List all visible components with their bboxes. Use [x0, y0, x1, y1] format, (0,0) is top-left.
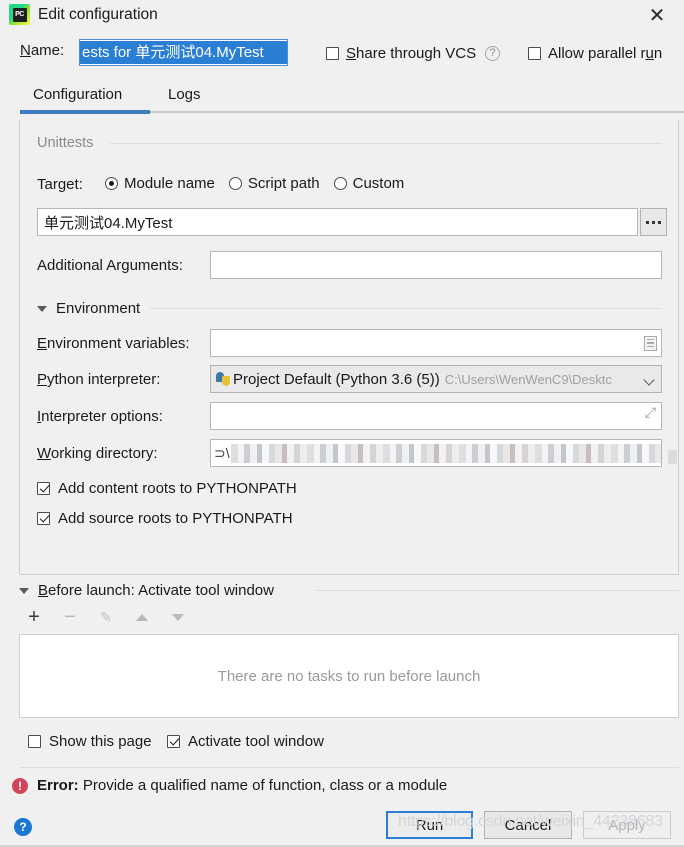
ellipsis-icon	[646, 220, 661, 224]
chevron-down-icon[interactable]	[644, 373, 657, 386]
working-directory-label: Working directory:	[37, 445, 158, 462]
expand-icon[interactable]	[643, 405, 656, 423]
before-launch-task-list[interactable]: There are no tasks to run before launch	[19, 634, 679, 718]
error-detail: Provide a qualified name of function, cl…	[82, 777, 448, 794]
radio-script-path[interactable]: Script path	[228, 175, 320, 192]
show-this-page-box[interactable]	[28, 735, 41, 748]
tab-baseline	[150, 111, 684, 113]
show-this-page-label: Show this page	[49, 733, 152, 750]
error-prefix: Error:	[37, 777, 79, 794]
close-icon[interactable]: ✕	[640, 0, 674, 30]
panel-scrollbar-thumb[interactable]	[668, 450, 677, 464]
share-through-vcs-box[interactable]	[326, 47, 339, 60]
before-launch-empty-text: There are no tasks to run before launch	[217, 667, 481, 685]
tab-active-indicator	[20, 110, 150, 114]
radio-module-name-dot[interactable]	[105, 177, 118, 190]
unittests-group-divider	[110, 143, 662, 144]
pycharm-logo-icon: PC	[9, 4, 30, 25]
dialog-footer: ? Run Cancel Apply	[0, 805, 684, 847]
additional-arguments-input[interactable]	[210, 251, 662, 279]
target-browse-button[interactable]	[640, 208, 667, 236]
target-input[interactable]: 单元测试04.MyTest	[37, 208, 638, 236]
working-directory-input[interactable]: ⊃\	[210, 439, 662, 467]
chevron-down-icon[interactable]	[19, 587, 29, 594]
add-content-roots-box[interactable]	[37, 482, 50, 495]
add-content-roots-checkbox[interactable]: Add content roots to PYTHONPATH	[37, 480, 297, 497]
python-interpreter-path: C:\Users\WenWenC9\Desktc	[444, 371, 612, 387]
help-icon[interactable]: ?	[485, 46, 501, 61]
tab-logs[interactable]: Logs	[168, 82, 201, 107]
target-radio-group: Module name Script path Custom	[105, 175, 418, 192]
interpreter-options-label: Interpreter options:	[37, 408, 163, 425]
name-input[interactable]: ests for 单元测试04.MyTest	[79, 39, 288, 66]
environment-variables-input[interactable]	[210, 329, 662, 357]
environment-section-header[interactable]: Environment	[37, 300, 140, 317]
configuration-panel: Unittests Target: Module name Script pat…	[19, 120, 679, 575]
add-source-roots-checkbox[interactable]: Add source roots to PYTHONPATH	[37, 510, 293, 527]
radio-script-path-dot[interactable]	[228, 177, 242, 190]
window-title: Edit configuration	[38, 6, 158, 23]
before-launch-header[interactable]: Before launch: Activate tool window	[19, 582, 274, 599]
radio-custom-label: Custom	[352, 175, 405, 192]
help-icon[interactable]: ?	[14, 818, 32, 836]
run-button[interactable]: Run	[386, 811, 473, 839]
error-separator	[19, 767, 679, 768]
target-label: Target:	[37, 176, 83, 193]
additional-arguments-label: Additional Arguments:	[37, 257, 183, 274]
environment-variables-label: Environment variables:	[37, 335, 190, 352]
interpreter-options-input[interactable]	[210, 402, 662, 430]
add-source-roots-box[interactable]	[37, 512, 50, 525]
move-up-icon[interactable]	[133, 608, 151, 626]
error-message-row: ! Error: Provide a qualified name of fun…	[12, 777, 447, 794]
radio-module-name-label: Module name	[124, 175, 215, 192]
cancel-button[interactable]: Cancel	[484, 811, 572, 839]
environment-section-label: Environment	[56, 300, 141, 317]
radio-custom-dot[interactable]	[333, 177, 347, 190]
activate-tool-window-box[interactable]	[167, 735, 180, 748]
before-launch-label: Before launch: Activate tool window	[38, 582, 274, 599]
tab-configuration[interactable]: Configuration	[33, 82, 122, 107]
allow-parallel-run-checkbox[interactable]: Allow parallel run	[528, 45, 662, 62]
before-launch-toolbar: + − ✎	[25, 607, 187, 627]
edit-task-icon[interactable]: ✎	[97, 608, 115, 626]
before-launch-divider	[315, 590, 679, 591]
activate-tool-window-checkbox[interactable]: Activate tool window	[167, 733, 324, 750]
edit-configuration-dialog: PC Edit configuration ✕ Name: ests for 单…	[0, 0, 684, 847]
python-icon	[215, 371, 231, 387]
allow-parallel-run-box[interactable]	[528, 47, 541, 60]
python-interpreter-value: Project Default (Python 3.6 (5))	[233, 370, 440, 388]
radio-module-name[interactable]: Module name	[105, 175, 215, 192]
activate-tool-window-label: Activate tool window	[188, 733, 324, 750]
pycharm-logo-text: PC	[12, 7, 27, 22]
add-source-roots-label: Add source roots to PYTHONPATH	[58, 510, 293, 527]
name-label: Name:	[20, 42, 65, 59]
name-input-value: ests for 单元测试04.MyTest	[80, 41, 287, 64]
apply-button: Apply	[583, 811, 671, 839]
working-directory-redacted-overlay	[230, 443, 661, 463]
working-directory-value: ⊃\	[214, 444, 230, 461]
title-bar: PC Edit configuration ✕	[0, 0, 684, 30]
radio-custom[interactable]: Custom	[333, 175, 405, 192]
environment-divider	[150, 308, 662, 309]
chevron-down-icon[interactable]	[37, 305, 47, 312]
share-through-vcs-label: Share through VCS	[346, 45, 477, 62]
add-content-roots-label: Add content roots to PYTHONPATH	[58, 480, 297, 497]
error-text: Error: Provide a qualified name of funct…	[37, 777, 447, 794]
python-interpreter-combo[interactable]: Project Default (Python 3.6 (5)) C:\User…	[210, 365, 662, 393]
python-interpreter-label: Python interpreter:	[37, 371, 161, 388]
share-through-vcs-checkbox[interactable]: Share through VCS ?	[326, 45, 501, 62]
radio-script-path-label: Script path	[247, 175, 320, 192]
move-down-icon[interactable]	[169, 608, 187, 626]
remove-task-icon[interactable]: −	[61, 607, 79, 627]
error-icon: !	[12, 777, 28, 794]
add-task-icon[interactable]: +	[25, 607, 43, 627]
unittests-group-title: Unittests	[37, 135, 94, 151]
list-editor-icon[interactable]	[644, 335, 657, 351]
allow-parallel-run-label: Allow parallel run	[548, 45, 663, 62]
show-this-page-checkbox[interactable]: Show this page	[28, 733, 152, 750]
